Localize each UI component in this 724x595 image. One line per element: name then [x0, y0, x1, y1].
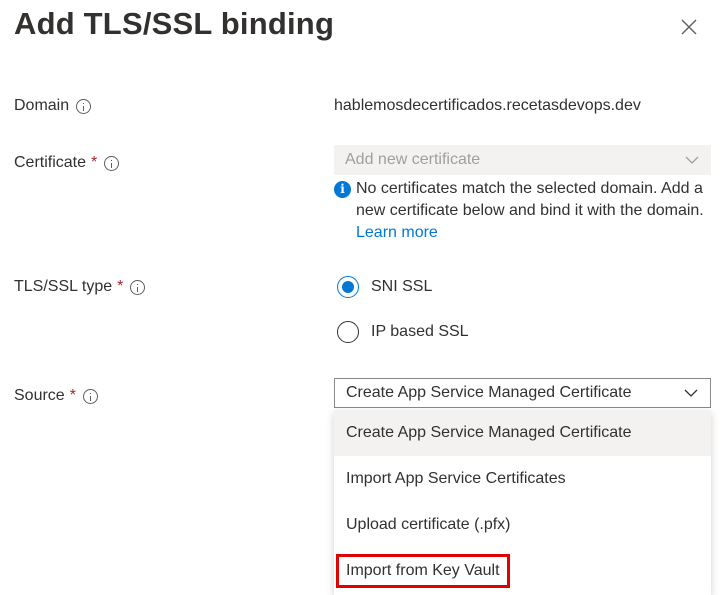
source-label: Source — [14, 387, 65, 404]
no-certificates-message: i No certificates match the selected dom… — [334, 178, 712, 244]
source-select[interactable]: Create App Service Managed Certificate — [334, 378, 711, 408]
chevron-down-icon — [684, 389, 698, 398]
certificate-label: Certificate — [14, 154, 87, 171]
tls-type-label-row: TLS/SSL type * — [14, 278, 146, 296]
chevron-down-icon — [685, 156, 699, 165]
option-label-highlighted: Import from Key Vault — [336, 554, 510, 588]
option-label: Import App Service Certificates — [346, 470, 566, 487]
dropdown-option-create-managed[interactable]: Create App Service Managed Certificate — [334, 410, 711, 456]
learn-more-link[interactable]: Learn more — [356, 224, 438, 241]
info-icon[interactable] — [82, 388, 98, 404]
domain-label-row: Domain — [14, 97, 92, 115]
certificate-label-row: Certificate * — [14, 154, 120, 172]
info-icon[interactable] — [76, 98, 92, 114]
domain-value: hablemosdecertificados.recetasdevops.dev — [334, 97, 641, 114]
radio-ip-based-ssl-label: IP based SSL — [371, 323, 469, 340]
source-dropdown-list: Create App Service Managed Certificate I… — [334, 410, 711, 595]
dropdown-option-import-key-vault[interactable]: Import from Key Vault — [334, 548, 711, 594]
panel-title: Add TLS/SSL binding — [14, 6, 335, 41]
required-marker: * — [117, 278, 124, 295]
radio-sni-ssl-label: SNI SSL — [371, 278, 433, 295]
source-selected-value: Create App Service Managed Certificate — [346, 384, 632, 401]
radio-unchecked-icon — [337, 321, 359, 343]
radio-checked-icon — [337, 276, 359, 298]
certificate-select: Add new certificate — [334, 145, 711, 175]
required-marker: * — [91, 154, 98, 171]
dropdown-option-upload-pfx[interactable]: Upload certificate (.pfx) — [334, 502, 711, 548]
close-icon — [681, 19, 697, 35]
info-message-text: No certificates match the selected domai… — [356, 180, 704, 219]
required-marker: * — [69, 387, 76, 404]
domain-label: Domain — [14, 97, 70, 114]
source-label-row: Source * — [14, 387, 98, 405]
close-button[interactable] — [676, 14, 702, 40]
certificate-placeholder: Add new certificate — [345, 151, 481, 168]
radio-sni-ssl[interactable]: SNI SSL — [337, 276, 432, 298]
info-filled-icon: i — [334, 181, 351, 198]
dropdown-option-import-app-service[interactable]: Import App Service Certificates — [334, 456, 711, 502]
info-icon[interactable] — [130, 279, 146, 295]
tls-type-label: TLS/SSL type — [14, 278, 113, 295]
option-label: Upload certificate (.pfx) — [346, 516, 511, 533]
info-icon[interactable] — [104, 155, 120, 171]
option-label: Create App Service Managed Certificate — [346, 424, 632, 441]
radio-ip-based-ssl[interactable]: IP based SSL — [337, 321, 469, 343]
